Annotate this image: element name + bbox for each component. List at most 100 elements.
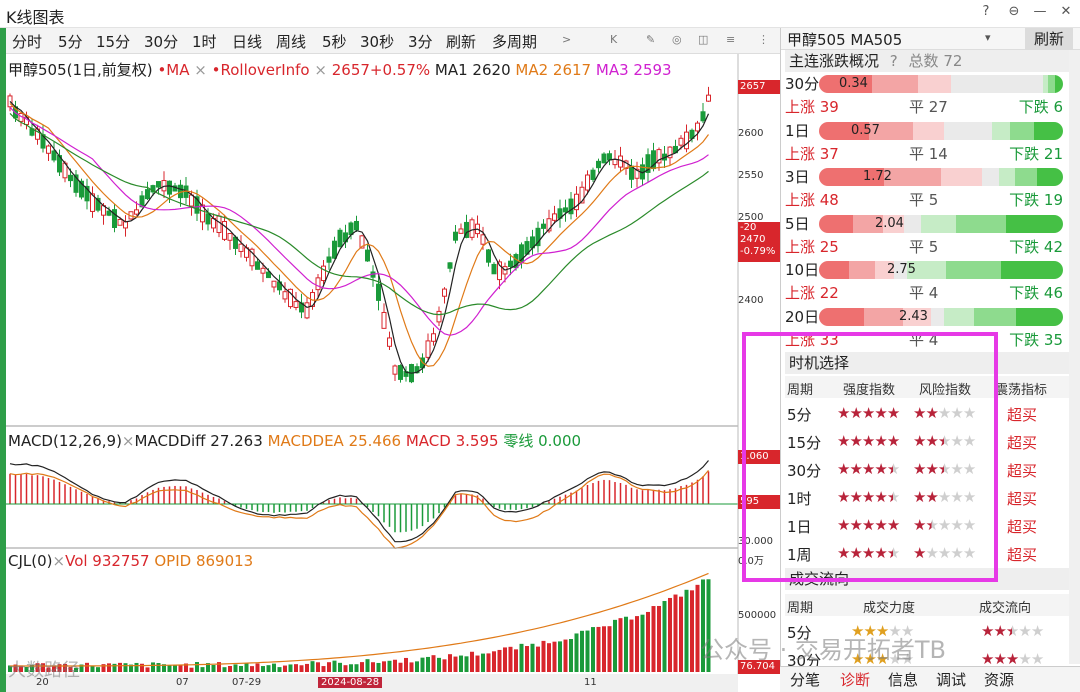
candle-body: [293, 301, 299, 308]
candle-body: [216, 215, 222, 233]
volume-bar: [255, 663, 260, 672]
volume-bar: [173, 665, 177, 672]
tab-5min[interactable]: 5分: [58, 31, 83, 52]
rollover-toggle[interactable]: •RolloverInfo: [212, 61, 310, 79]
macd-panel: [6, 460, 738, 549]
chevron-down-icon[interactable]: ▾: [985, 31, 991, 44]
target-icon[interactable]: ◎: [672, 33, 682, 46]
candle-body: [145, 189, 150, 200]
candle-body: [304, 302, 310, 319]
tab-daily[interactable]: 日线: [232, 31, 262, 52]
refresh-button[interactable]: 刷新: [1025, 28, 1073, 50]
volume-bar: [464, 656, 469, 672]
candle-body: [348, 222, 354, 236]
vol-name: CJL(0): [8, 552, 53, 570]
tab-30min[interactable]: 30分: [144, 31, 178, 52]
window-icon[interactable]: ◫: [698, 33, 708, 46]
volume-bar: [470, 651, 474, 672]
menu-icon[interactable]: ≡: [726, 33, 735, 46]
volume-bar: [96, 667, 100, 672]
candle-body: [337, 229, 343, 248]
tab-5sec[interactable]: 5秒: [322, 31, 347, 52]
pencil-icon[interactable]: ✎: [646, 33, 655, 46]
candle-body: [134, 209, 139, 215]
candle-body: [381, 311, 387, 329]
volume-bar: [404, 657, 408, 672]
candle-body: [563, 207, 568, 213]
tab-15min[interactable]: 15分: [96, 31, 130, 52]
volume-bar: [316, 662, 320, 672]
tab-multi-period[interactable]: 多周期: [492, 31, 537, 52]
candle-body: [117, 219, 123, 226]
tab-ticks[interactable]: 分笔: [786, 669, 824, 690]
main-legend: 甲醇505(1日,前复权) •MA × •RolloverInfo × 2657…: [8, 61, 672, 79]
volume-bar: [167, 665, 172, 672]
volume-bar: [668, 597, 672, 672]
help-icon[interactable]: ?: [975, 4, 997, 19]
volume-bar: [112, 663, 117, 672]
tab-resources[interactable]: 资源: [980, 669, 1018, 690]
tab-debug[interactable]: 调试: [932, 669, 970, 690]
tab-info[interactable]: 信息: [884, 669, 922, 690]
pin-icon[interactable]: ⊖: [1003, 4, 1025, 19]
candle-body: [486, 249, 491, 263]
overview-title: 主连涨跌概况: [789, 52, 880, 70]
candle-body: [678, 137, 684, 146]
volume-bar: [558, 641, 562, 672]
tab-weekly[interactable]: 周线: [276, 31, 306, 52]
help-icon[interactable]: ?: [890, 52, 898, 70]
candle-body: [315, 277, 321, 291]
candle-body: [442, 288, 447, 297]
minimize-button[interactable]: —: [1029, 4, 1051, 19]
candle-body: [458, 228, 464, 234]
candle-body: [392, 365, 398, 375]
volume-bar: [503, 647, 507, 672]
k-icon[interactable]: K: [610, 33, 617, 46]
chevron-right-icon[interactable]: >: [562, 33, 571, 46]
volume-bar: [387, 660, 392, 672]
macd-name: MACD(12,26,9): [8, 432, 122, 450]
scrollbar[interactable]: [1069, 50, 1080, 664]
candle-body: [227, 232, 233, 241]
volume-bar: [574, 633, 579, 672]
zero-line-label: 零线 0.000: [503, 432, 582, 450]
watermark-right: 公众号 · 交易开拓者TB: [700, 636, 947, 664]
tab-fenshi[interactable]: 分时: [12, 31, 42, 52]
volume-bar: [189, 667, 194, 672]
tab-30sec[interactable]: 30秒: [360, 31, 394, 52]
more-icon[interactable]: ⋮: [758, 33, 769, 46]
candle-body: [431, 333, 436, 342]
tab-3min[interactable]: 3分: [408, 31, 433, 52]
tab-diagnosis[interactable]: 诊断: [836, 669, 874, 690]
candle-body: [695, 122, 700, 132]
macd-diff-label: MACDDiff 27.263: [134, 432, 263, 450]
down-count: 下跌 6: [1018, 98, 1063, 116]
period-label: 3日: [785, 168, 810, 186]
ma-toggle[interactable]: •MA: [157, 61, 189, 79]
tab-1hour[interactable]: 1时: [192, 31, 217, 52]
candle-body: [618, 155, 623, 168]
candle-body: [260, 267, 266, 274]
crosshair-price-tag: -20 2470 -0.79%: [738, 222, 780, 262]
volume-bar: [679, 596, 683, 672]
down-count: 下跌 19: [1009, 191, 1063, 209]
volume-bar: [651, 606, 656, 672]
candle-body: [552, 213, 557, 221]
volume-bar: [107, 663, 111, 672]
close-button[interactable]: ✕: [1055, 4, 1077, 19]
price-panel: [7, 86, 711, 384]
kline-chart[interactable]: [6, 54, 780, 692]
overview-title-bar: 主连涨跌概况 ? 总数 72: [785, 50, 1069, 72]
last-price-tag: 2657: [738, 80, 780, 94]
moving-average-line: [9, 100, 710, 374]
period-label: 20日: [785, 307, 820, 326]
tab-refresh[interactable]: 刷新: [446, 31, 476, 52]
candle-body: [585, 174, 590, 191]
volume-bar: [415, 661, 419, 672]
candle-body: [255, 261, 260, 270]
oscillator-signal: 超买: [1007, 406, 1038, 424]
volume-bar: [547, 643, 551, 672]
volume-bar: [222, 667, 227, 672]
candle-body: [271, 280, 277, 288]
candle-body: [106, 210, 112, 216]
